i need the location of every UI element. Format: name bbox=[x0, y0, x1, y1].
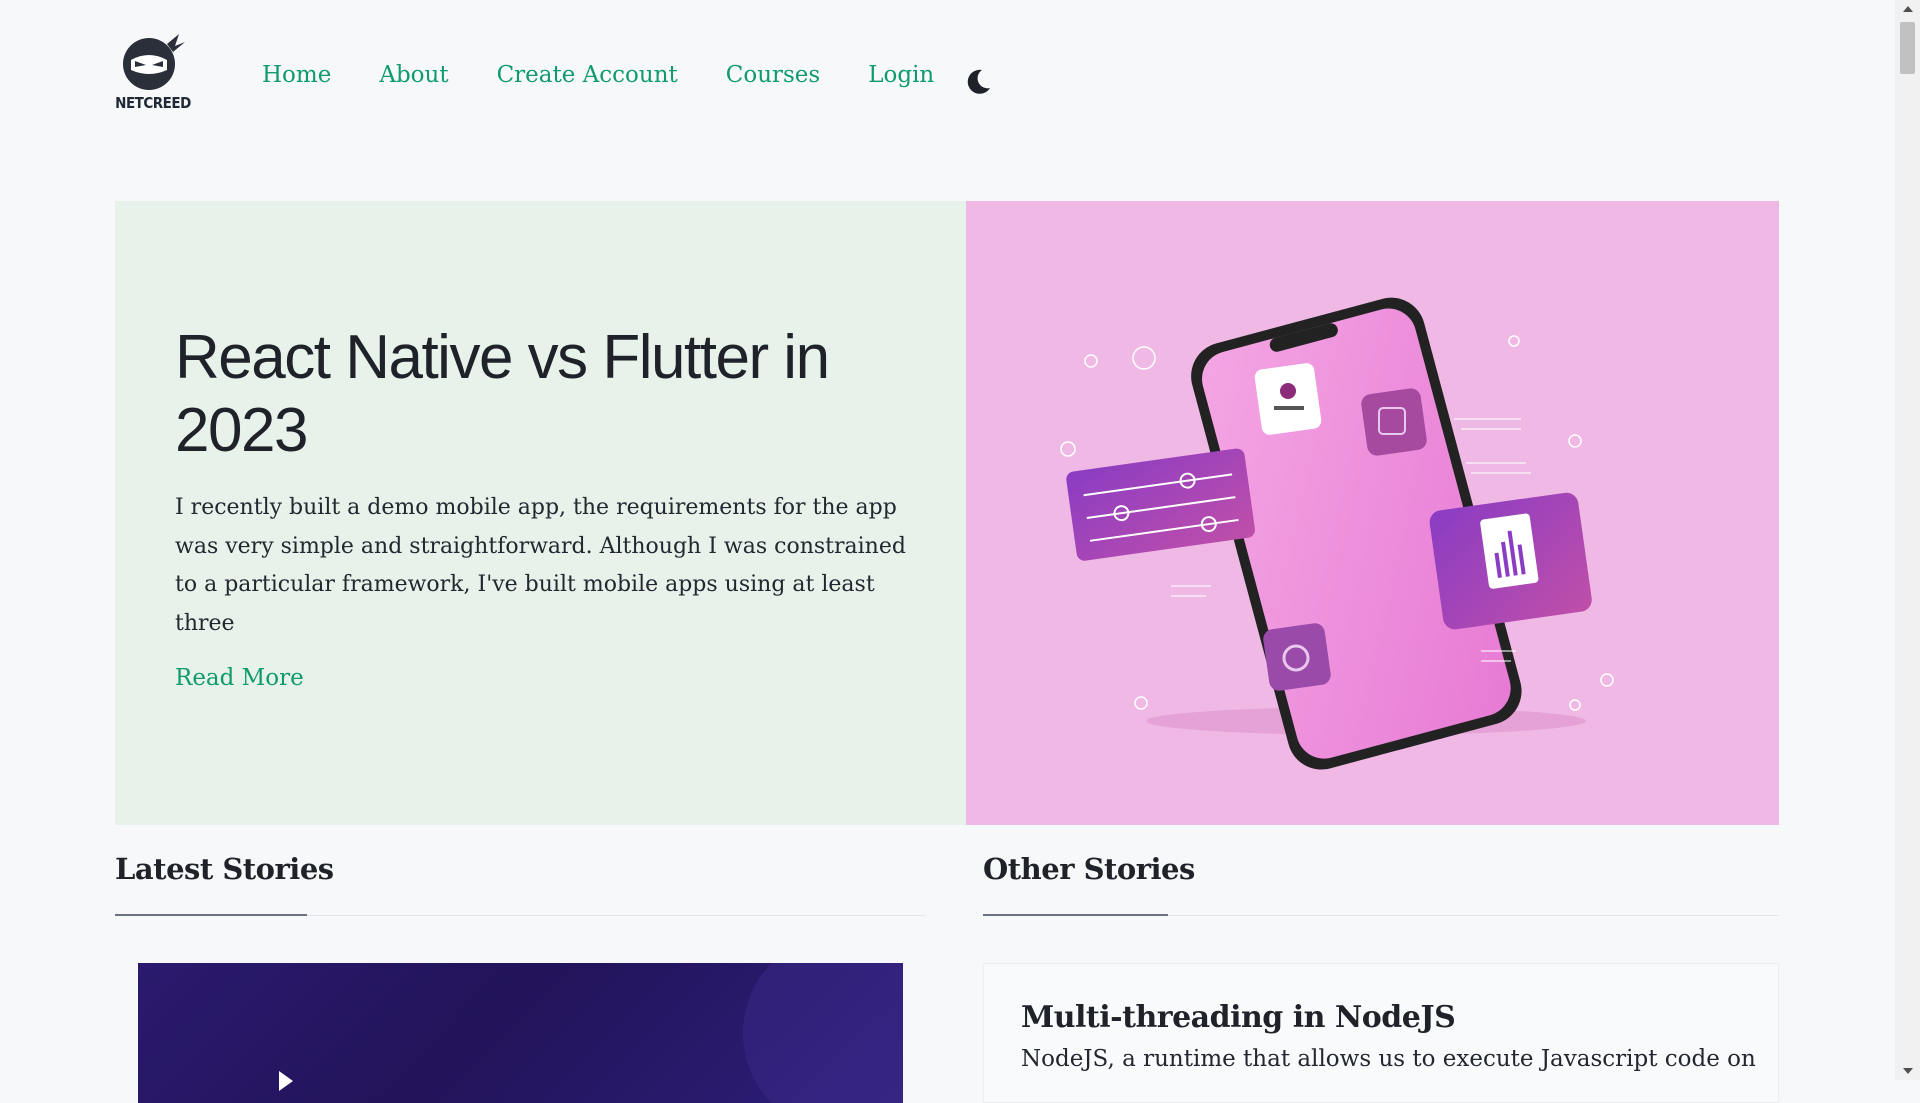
page-scrollbar[interactable] bbox=[1895, 0, 1920, 1080]
latest-story-video-card[interactable] bbox=[138, 963, 903, 1103]
moon-icon bbox=[967, 69, 990, 94]
brand-logo[interactable]: NETCREED bbox=[115, 30, 191, 118]
nav-create-account[interactable]: Create Account bbox=[497, 62, 678, 88]
scroll-up-icon[interactable] bbox=[1903, 6, 1913, 12]
theme-toggle-button[interactable] bbox=[962, 66, 994, 98]
story-excerpt: NodeJS, a runtime that allows us to exec… bbox=[1021, 1046, 1756, 1072]
hero-text-panel: React Native vs Flutter in 2023 I recent… bbox=[115, 201, 966, 825]
card-glow-decoration bbox=[743, 963, 903, 1103]
read-more-link[interactable]: Read More bbox=[175, 665, 304, 691]
scroll-down-icon[interactable] bbox=[1903, 1068, 1913, 1074]
main-nav: Home About Create Account Courses Login bbox=[262, 62, 982, 88]
hero-banner: React Native vs Flutter in 2023 I recent… bbox=[115, 201, 1779, 825]
phone-illustration-icon bbox=[1060, 297, 1614, 770]
brand-name: NETCREED bbox=[115, 94, 191, 112]
other-divider-accent bbox=[983, 914, 1168, 916]
other-story-card[interactable]: Multi-threading in NodeJS NodeJS, a runt… bbox=[983, 963, 1779, 1103]
other-stories-title: Other Stories bbox=[983, 852, 1195, 886]
hero-title: React Native vs Flutter in 2023 bbox=[175, 323, 830, 465]
hero-description: I recently built a demo mobile app, the … bbox=[175, 495, 906, 636]
hero-image bbox=[966, 201, 1779, 825]
nav-about[interactable]: About bbox=[379, 62, 448, 88]
nav-home[interactable]: Home bbox=[262, 62, 331, 88]
story-title[interactable]: Multi-threading in NodeJS bbox=[1021, 1000, 1456, 1035]
ninja-logo-icon bbox=[123, 34, 185, 90]
nav-login[interactable]: Login bbox=[868, 62, 934, 88]
scroll-thumb[interactable] bbox=[1900, 22, 1915, 74]
latest-divider-accent bbox=[115, 914, 307, 916]
play-icon[interactable] bbox=[279, 1071, 293, 1091]
nav-courses[interactable]: Courses bbox=[726, 62, 820, 88]
latest-stories-title: Latest Stories bbox=[115, 852, 334, 886]
